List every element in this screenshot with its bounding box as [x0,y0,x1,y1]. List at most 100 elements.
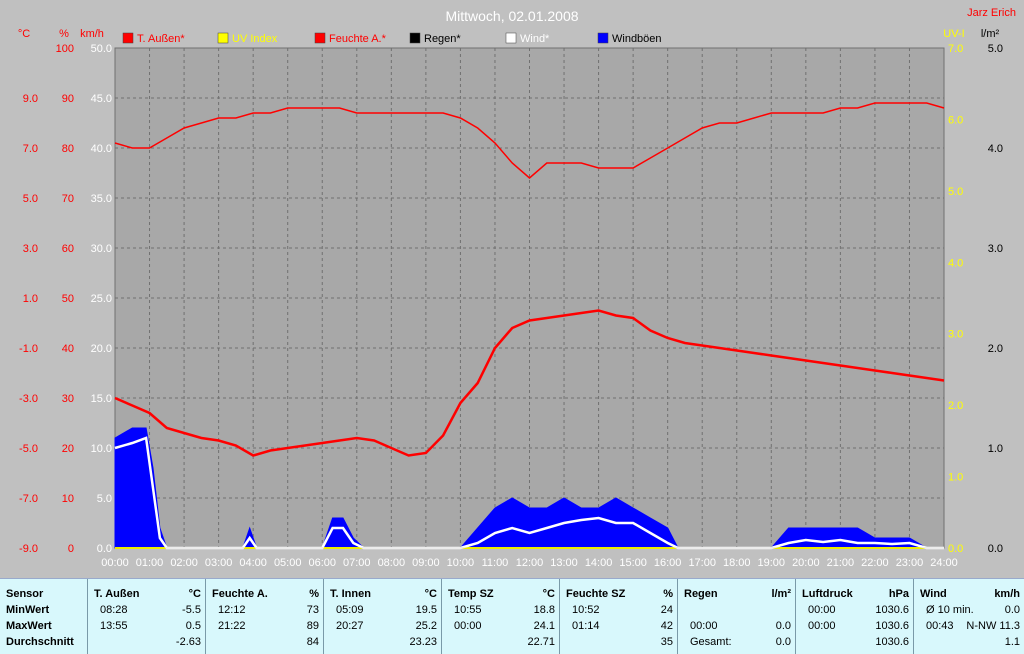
rain-tick-label: 2.0 [988,343,1003,355]
x-tick-label: 20:00 [792,557,820,569]
stats-header-cell: T. Außen [94,588,140,600]
humidity-tick-label: 30 [62,393,74,405]
wind-tick-label: 45.0 [91,93,112,105]
wind-tick-label: 15.0 [91,393,112,405]
legend-swatch [409,32,421,44]
stats-cell: 12:12 [218,604,246,616]
rain-axis-unit: l/m² [981,28,1000,40]
humidity-tick-label: 90 [62,93,74,105]
stats-header-cell: km/h [994,588,1020,600]
uv-tick-label: 2.0 [948,400,963,412]
legend-label: Wind* [520,33,550,45]
stats-cell: 0.0 [775,620,791,632]
stats-cell: 73 [306,604,319,616]
humidity-tick-label: 60 [62,243,74,255]
x-tick-label: 18:00 [723,557,751,569]
x-tick-label: 21:00 [827,557,855,569]
humidity-tick-label: 80 [62,143,74,155]
x-tick-label: 10:00 [447,557,475,569]
stats-column: Temp SZ °C 10:55 18.8 00:00 24.1 22.71 [442,579,560,654]
stats-cell: 00:00 [454,620,482,632]
uv-axis-unit: UV-I [943,28,964,40]
x-tick-label: 04:00 [239,557,267,569]
stats-column: T. Innen °C 05:09 19.5 20:27 25.2 23.23 [324,579,442,654]
x-tick-label: 14:00 [585,557,613,569]
stats-column: Feuchte A.% 12:12 73 21:22 89 84 [206,579,324,654]
stats-cell: 13:55 [100,620,128,632]
stats-header-cell: Feuchte A. [212,588,268,600]
rain-tick-label: 3.0 [988,243,1003,255]
uv-tick-label: 1.0 [948,472,963,484]
stats-cell: 23.23 [409,636,437,648]
x-tick-label: 07:00 [343,557,371,569]
wind-tick-label: 30.0 [91,243,112,255]
rain-tick-label: 4.0 [988,143,1003,155]
x-tick-label: 24:00 [930,557,958,569]
stats-column: Luftdruck hPa 00:00 1030.6 00:00 1030.6 1030.6 [796,579,914,654]
stats-cell: 05:09 [336,604,364,616]
legend-label: UV Index [232,33,278,45]
wind-tick-label: 5.0 [97,493,112,505]
stats-cell: 18.8 [533,604,555,616]
stats-cell: 10:55 [454,604,482,616]
stats-header-cell: Luftdruck [802,588,853,600]
temp-tick-label: -7.0 [19,493,38,505]
x-tick-label: 11:00 [482,557,509,569]
wind-tick-label: 50.0 [91,43,112,55]
legend-swatch [314,32,326,44]
rain-tick-label: 5.0 [988,43,1003,55]
x-tick-label: 16:00 [654,557,682,569]
stats-cell: 89 [306,620,319,632]
x-tick-label: 19:00 [758,557,786,569]
humidity-tick-label: 10 [62,493,74,505]
stats-cell: Ø 10 min. [926,604,974,616]
legend-label: Windböen [612,33,662,45]
stats-cell: 00:43 [926,620,954,632]
temp-tick-label: 1.0 [23,293,38,305]
stats-cell: -5.5 [182,604,201,616]
stats-header-cell: Temp SZ [448,588,494,600]
x-tick-label: 12:00 [516,557,544,569]
humidity-tick-label: 50 [62,293,74,305]
stats-header-cell: Regen [684,588,718,600]
uv-tick-label: 5.0 [948,186,963,198]
rain-tick-label: 0.0 [988,543,1003,555]
wind-tick-label: 40.0 [91,143,112,155]
stats-header-cell: T. Innen [330,588,371,600]
stats-column: Wind km/h Ø 10 min. 0.0 00:43 N-NW 11.3 1.1 [914,579,1024,654]
stats-cell: -2.63 [175,636,201,648]
legend-swatch [122,32,134,44]
stats-cell: 1030.6 [875,620,909,632]
x-tick-label: 23:00 [896,557,924,569]
wind-axis-unit: km/h [80,28,104,40]
stats-header-cell: % [663,588,673,600]
x-tick-label: 01:00 [136,557,164,569]
stats-cell: 84 [306,636,319,648]
x-tick-label: 09:00 [412,557,440,569]
stats-cell: Gesamt: [690,636,732,648]
stats-header-cell: MaxWert [6,620,52,632]
legend-label: Regen* [424,33,461,45]
weather-chart: Mittwoch, 02.01.2008 Jarz Erich T. Außen… [0,0,1024,578]
stats-cell: 20:27 [336,620,364,632]
uv-tick-label: 4.0 [948,257,963,269]
temp-tick-label: -1.0 [19,343,38,355]
stats-cell: 1030.6 [875,636,909,648]
stats-cell: 21:22 [218,620,246,632]
temp-tick-label: -5.0 [19,443,38,455]
legend-label: Feuchte A.* [329,33,387,45]
x-tick-label: 02:00 [170,557,198,569]
uv-tick-label: 3.0 [948,329,963,341]
stats-cell: 00:00 [808,604,836,616]
x-tick-label: 06:00 [308,557,336,569]
temp-tick-label: 5.0 [23,193,38,205]
legend-swatch [217,32,229,44]
x-tick-label: 08:00 [378,557,406,569]
chart-title: Mittwoch, 02.01.2008 [445,8,578,24]
stats-cell: 24.1 [533,620,555,632]
stats-cell: 22.71 [527,636,555,648]
stats-header-cell: Wind [920,588,947,600]
stats-cell: 10:52 [572,604,600,616]
stats-cell: 19.5 [415,604,437,616]
stats-header-cell: Feuchte SZ [566,588,626,600]
